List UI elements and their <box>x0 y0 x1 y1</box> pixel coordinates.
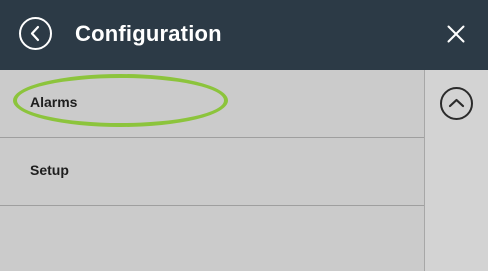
back-button[interactable] <box>19 17 52 50</box>
chevron-left-icon <box>30 25 40 42</box>
close-icon <box>447 25 465 43</box>
chevron-up-icon <box>448 98 465 108</box>
menu-list: Alarms Setup <box>0 70 424 271</box>
menu-item-setup[interactable]: Setup <box>0 138 424 206</box>
menu-item-alarms[interactable]: Alarms <box>0 70 424 138</box>
menu-item-label: Setup <box>30 162 69 178</box>
menu-empty-row <box>0 206 424 271</box>
scroll-panel <box>424 70 488 271</box>
configuration-screen: Configuration Alarms Setup <box>0 0 488 271</box>
close-button[interactable] <box>447 25 465 43</box>
menu-item-label: Alarms <box>30 94 78 110</box>
title-bar: Configuration <box>0 0 488 70</box>
page-title: Configuration <box>75 21 222 46</box>
scroll-up-button[interactable] <box>440 87 473 120</box>
